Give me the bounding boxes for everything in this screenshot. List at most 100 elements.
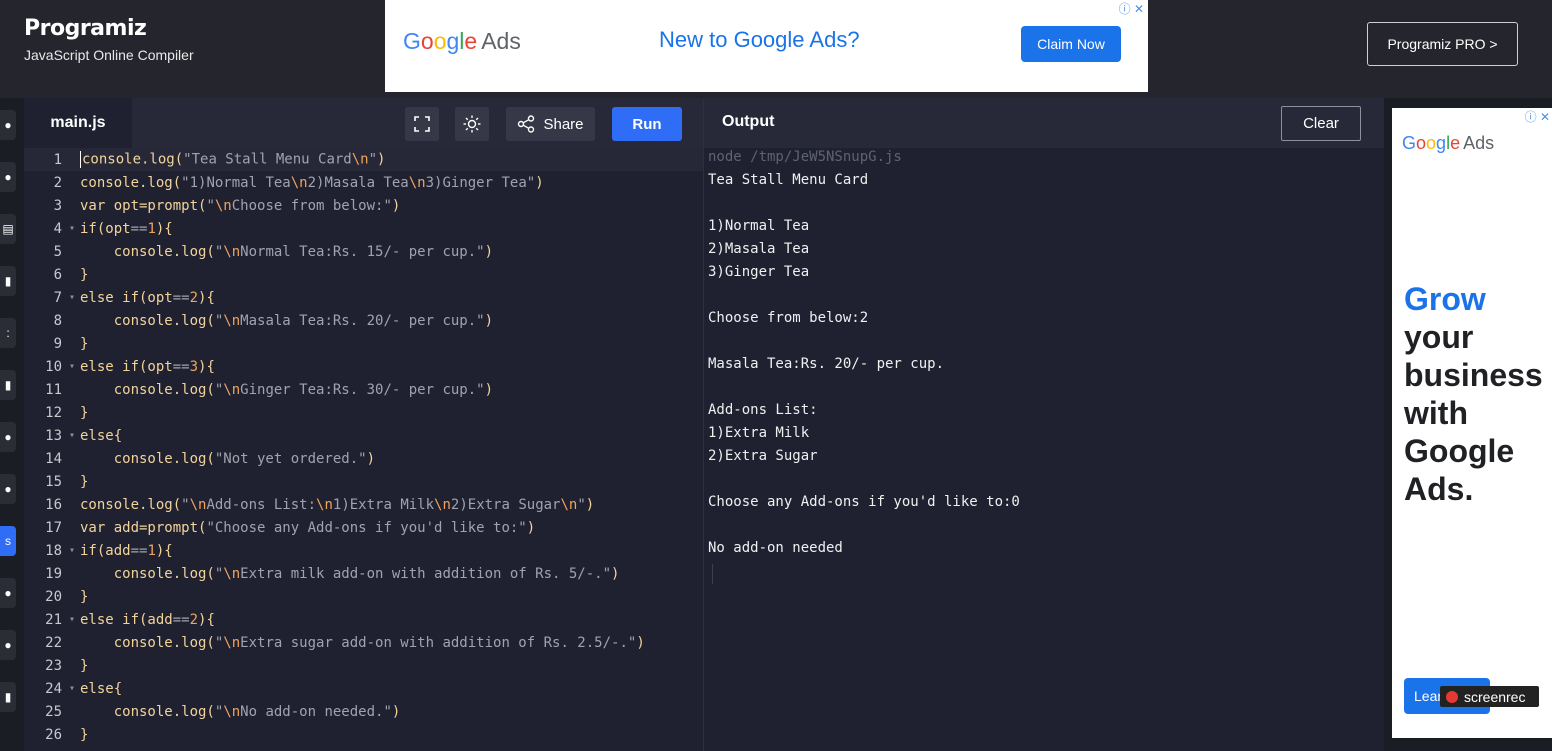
code-line[interactable]: 25 console.log("\nNo add-on needed.") bbox=[24, 700, 703, 723]
clear-button[interactable]: Clear bbox=[1281, 106, 1361, 141]
ad-choices-icon[interactable]: ⓘ ✕ bbox=[1119, 0, 1144, 17]
code-text[interactable]: else if(add==2){ bbox=[80, 612, 215, 628]
claim-now-button[interactable]: Claim Now bbox=[1021, 26, 1121, 62]
ad-choices-icon[interactable]: ⓘ ✕ bbox=[1525, 108, 1550, 125]
line-number: 26 bbox=[45, 726, 62, 743]
code-line[interactable]: 3 var opt=prompt("\nChoose from below:") bbox=[24, 194, 703, 217]
code-line[interactable]: 24 ▾ else{ bbox=[24, 677, 703, 700]
code-line[interactable]: 4 ▾ if(opt==1){ bbox=[24, 217, 703, 240]
fold-toggle-icon[interactable]: ▾ bbox=[64, 614, 80, 625]
code-text[interactable]: if(opt==1){ bbox=[80, 221, 173, 237]
google-ads-logo: Google Ads bbox=[1402, 133, 1494, 154]
code-line[interactable]: 26} bbox=[24, 723, 703, 746]
programiz-logo[interactable]: Programiz bbox=[24, 16, 194, 41]
code-line[interactable]: 9} bbox=[24, 332, 703, 355]
sql-icon[interactable]: ▤ bbox=[0, 214, 16, 244]
line-number: 2 bbox=[53, 174, 62, 191]
code-line[interactable]: 20} bbox=[24, 585, 703, 608]
code-text[interactable]: console.log("Tea Stall Menu Card\n") bbox=[80, 151, 385, 168]
code-line[interactable]: 23} bbox=[24, 654, 703, 677]
swift-icon[interactable]: ▮ bbox=[0, 682, 16, 712]
code-line[interactable]: 11 console.log("\nGinger Tea:Rs. 30/- pe… bbox=[24, 378, 703, 401]
csharp-icon[interactable]: ● bbox=[0, 474, 16, 504]
code-text[interactable]: } bbox=[80, 658, 88, 674]
code-line[interactable]: 14 console.log("Not yet ordered.") bbox=[24, 447, 703, 470]
language-rail: ● ● ▤ ▮ : ▮ ● ● s ● ● ▮ bbox=[0, 98, 22, 751]
code-text[interactable]: } bbox=[80, 589, 88, 605]
code-text[interactable]: var opt=prompt("\nChoose from below:") bbox=[80, 198, 400, 214]
top-ad-banner[interactable]: Google Ads New to Google Ads? Claim Now ⓘ… bbox=[385, 0, 1148, 92]
side-ad-headline[interactable]: Grow your business with Google Ads. bbox=[1404, 280, 1552, 508]
code-text[interactable]: console.log("1)Normal Tea\n2)Masala Tea\… bbox=[80, 175, 544, 191]
code-line[interactable]: 13 ▾ else{ bbox=[24, 424, 703, 447]
brand[interactable]: Programiz JavaScript Online Compiler bbox=[24, 16, 194, 63]
code-text[interactable]: } bbox=[80, 267, 88, 283]
code-line[interactable]: 12} bbox=[24, 401, 703, 424]
output-console[interactable]: node /tmp/JeW5NSnupG.js Tea Stall Menu Ca… bbox=[708, 148, 1384, 751]
code-line[interactable]: 15} bbox=[24, 470, 703, 493]
code-text[interactable]: } bbox=[80, 474, 88, 490]
cpp-icon[interactable]: ▮ bbox=[0, 370, 16, 400]
code-text[interactable]: console.log("\nAdd-ons List:\n1)Extra Mi… bbox=[80, 497, 594, 513]
code-text[interactable]: else{ bbox=[80, 681, 122, 697]
code-text[interactable]: console.log("\nNormal Tea:Rs. 15/- per c… bbox=[80, 244, 493, 260]
code-line[interactable]: 7 ▾ else if(opt==2){ bbox=[24, 286, 703, 309]
fold-toggle-icon[interactable]: ▾ bbox=[64, 361, 80, 372]
code-text[interactable]: console.log("Not yet ordered.") bbox=[80, 451, 375, 467]
code-line[interactable]: 6} bbox=[24, 263, 703, 286]
line-number: 13 bbox=[45, 427, 62, 444]
code-text[interactable]: console.log("\nGinger Tea:Rs. 30/- per c… bbox=[80, 382, 493, 398]
fold-toggle-icon[interactable]: ▾ bbox=[64, 545, 80, 556]
record-icon bbox=[1446, 690, 1458, 703]
code-text[interactable]: } bbox=[80, 727, 88, 743]
headline-accent: Grow bbox=[1404, 281, 1486, 317]
code-text[interactable]: else if(opt==3){ bbox=[80, 359, 215, 375]
code-text[interactable]: } bbox=[80, 405, 88, 421]
code-text[interactable]: else if(opt==2){ bbox=[80, 290, 215, 306]
code-text[interactable]: else{ bbox=[80, 428, 122, 444]
code-line[interactable]: 21 ▾ else if(add==2){ bbox=[24, 608, 703, 631]
code-line[interactable]: 5 console.log("\nNormal Tea:Rs. 15/- per… bbox=[24, 240, 703, 263]
code-line[interactable]: 10 ▾ else if(opt==3){ bbox=[24, 355, 703, 378]
programiz-pro-button[interactable]: Programiz PRO > bbox=[1367, 22, 1518, 66]
code-line[interactable]: 19 console.log("\nExtra milk add-on with… bbox=[24, 562, 703, 585]
html-icon[interactable]: ▮ bbox=[0, 266, 16, 296]
code-line[interactable]: 2 console.log("1)Normal Tea\n2)Masala Tea… bbox=[24, 171, 703, 194]
code-text[interactable]: console.log("\nExtra milk add-on with ad… bbox=[80, 566, 620, 582]
fullscreen-icon[interactable] bbox=[405, 107, 439, 141]
code-text[interactable]: console.log("\nMasala Tea:Rs. 20/- per c… bbox=[80, 313, 493, 329]
r-icon[interactable]: ● bbox=[0, 162, 16, 192]
code-line[interactable]: 17 var add=prompt("Choose any Add-ons if … bbox=[24, 516, 703, 539]
python-icon[interactable]: ● bbox=[0, 110, 16, 140]
code-line[interactable]: 22 console.log("\nExtra sugar add-on wit… bbox=[24, 631, 703, 654]
tab-main-js[interactable]: main.js bbox=[24, 98, 132, 148]
fold-toggle-icon[interactable]: ▾ bbox=[64, 430, 80, 441]
fold-toggle-icon[interactable]: ▾ bbox=[64, 292, 80, 303]
share-button[interactable]: Share bbox=[506, 107, 595, 141]
line-number: 4 bbox=[53, 220, 62, 237]
editor-pane: main.js Share Run 1 console.log("Tea Stal… bbox=[24, 98, 703, 751]
code-line[interactable]: 8 console.log("\nMasala Tea:Rs. 20/- per… bbox=[24, 309, 703, 332]
code-text[interactable]: console.log("\nExtra sugar add-on with a… bbox=[80, 635, 645, 651]
javascript-icon[interactable]: s bbox=[0, 526, 16, 556]
php-icon[interactable]: ● bbox=[0, 630, 16, 660]
code-text[interactable]: } bbox=[80, 336, 88, 352]
code-text[interactable]: if(add==1){ bbox=[80, 543, 173, 559]
output-line: Add-ons List: bbox=[708, 402, 818, 418]
side-ad-banner[interactable]: ⓘ ✕ Google Ads Grow your business with Go… bbox=[1392, 108, 1552, 738]
code-text[interactable]: var add=prompt("Choose any Add-ons if yo… bbox=[80, 520, 535, 536]
code-line[interactable]: 18 ▾ if(add==1){ bbox=[24, 539, 703, 562]
run-button[interactable]: Run bbox=[612, 107, 682, 141]
code-line[interactable]: 16 console.log("\nAdd-ons List:\n1)Extra … bbox=[24, 493, 703, 516]
go-icon[interactable]: ● bbox=[0, 578, 16, 608]
theme-toggle-icon[interactable] bbox=[455, 107, 489, 141]
line-number: 6 bbox=[53, 266, 62, 283]
code-line[interactable]: 1 console.log("Tea Stall Menu Card\n") bbox=[24, 148, 703, 171]
code-editor[interactable]: 1 console.log("Tea Stall Menu Card\n") 2 co… bbox=[24, 148, 703, 751]
java-icon[interactable]: ● bbox=[0, 422, 16, 452]
fold-toggle-icon[interactable]: ▾ bbox=[64, 223, 80, 234]
ad-headline[interactable]: New to Google Ads? bbox=[659, 27, 860, 53]
code-text[interactable]: console.log("\nNo add-on needed.") bbox=[80, 704, 401, 720]
fold-toggle-icon[interactable]: ▾ bbox=[64, 683, 80, 694]
c-icon[interactable]: : bbox=[0, 318, 16, 348]
